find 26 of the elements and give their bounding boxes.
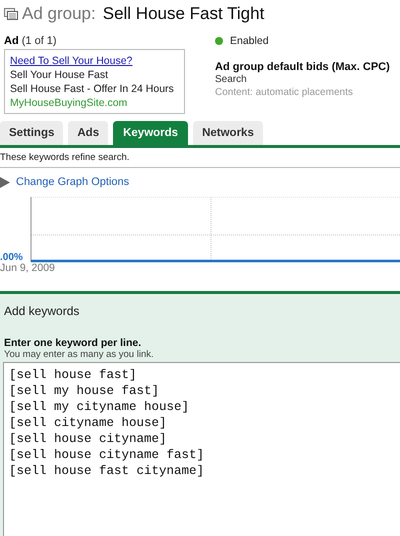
- bid-row-label: Search: [215, 73, 248, 86]
- description: These keywords refine search.: [0, 148, 400, 168]
- ad-count: (1 of 1): [22, 35, 57, 47]
- instruction: Enter one keyword per line.: [4, 337, 142, 349]
- tab[interactable]: Networks: [193, 121, 263, 145]
- ad-label: Ad: [4, 35, 19, 47]
- bids-title: Ad group default bids (Max. CPC): [215, 61, 391, 73]
- status-dot: [215, 37, 223, 45]
- ad-text: Sell House Fast - Offer In 24 Hours: [10, 82, 175, 96]
- ad-headline-link[interactable]: Need To Sell Your House?: [10, 54, 180, 68]
- page-title: Sell House Fast Tight: [102, 4, 264, 24]
- tab[interactable]: Keywords: [113, 121, 188, 145]
- graph-options-link[interactable]: Change Graph Options: [16, 176, 130, 188]
- status-text: Enabled: [230, 35, 269, 47]
- ad-url: MyHouseBuyingSite.com: [10, 96, 128, 110]
- keywords-field[interactable]: [sell house fast] [sell my house fast] [sell my cityname house] [sell cityname house] [sell house cityname] [sell house cityname fast] [sell house fast cityname]: [3, 362, 400, 536]
- tab[interactable]: Settings: [0, 121, 64, 145]
- tab[interactable]: Ads: [68, 121, 108, 145]
- hint: You may enter as many as you link.: [4, 349, 155, 360]
- page-label: Ad group:: [22, 4, 96, 24]
- ad-group-icon: [4, 8, 18, 20]
- axis-label: Jun 9, 2009: [0, 263, 56, 273]
- bid-row-label: Content: automatic placements: [215, 86, 354, 99]
- expand-triangle-icon[interactable]: [0, 176, 10, 188]
- ad-text: Sell Your House Fast: [10, 68, 110, 82]
- panel-title: Add keywords: [4, 304, 80, 318]
